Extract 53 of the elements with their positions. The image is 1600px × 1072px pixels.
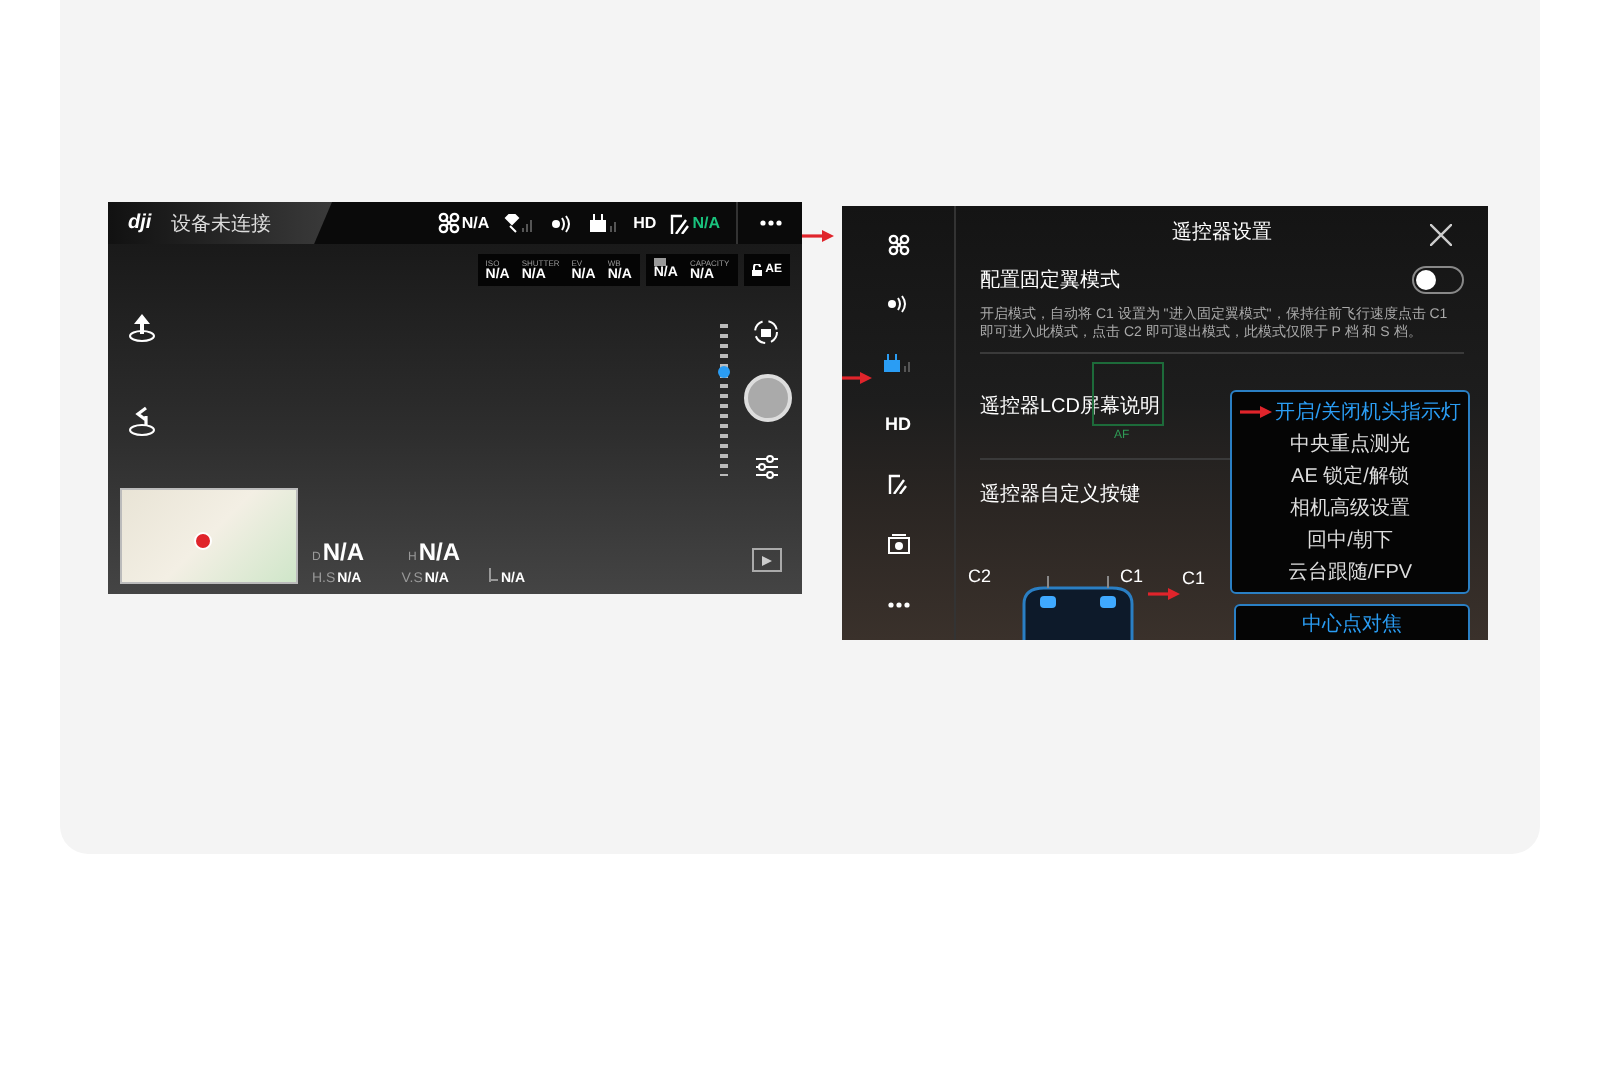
arrow-icon bbox=[842, 372, 872, 384]
menu-option-button[interactable]: 中心点对焦 bbox=[1234, 604, 1470, 640]
indicator-value: N/A bbox=[692, 214, 720, 232]
setting-label: 遥控器自定义按键 bbox=[980, 481, 1140, 508]
drone-icon bbox=[437, 212, 460, 234]
map-thumbnail[interactable] bbox=[120, 488, 298, 584]
more-icon bbox=[759, 220, 781, 226]
exposure-scale[interactable] bbox=[720, 324, 728, 476]
more-icon[interactable] bbox=[887, 601, 909, 607]
menu-option[interactable]: 云台跟随/FPV bbox=[1287, 558, 1413, 586]
annotation-label: C1 bbox=[1182, 568, 1206, 588]
takeoff-icon[interactable] bbox=[126, 312, 158, 344]
arrow-icon bbox=[1239, 406, 1272, 418]
menu-option[interactable]: 回中/朝下 bbox=[1307, 526, 1393, 554]
shutter-button[interactable] bbox=[744, 374, 792, 422]
sd-card-icon bbox=[653, 258, 666, 266]
remote-signal-icon bbox=[549, 213, 574, 233]
playback-button[interactable] bbox=[752, 548, 782, 572]
close-icon[interactable] bbox=[1430, 224, 1452, 246]
fixed-wing-toggle[interactable] bbox=[1412, 266, 1464, 294]
exposure-thumb[interactable] bbox=[718, 365, 730, 378]
menu-option[interactable]: 中央重点测光 bbox=[1290, 430, 1410, 458]
telemetry-value: N/A bbox=[322, 538, 365, 566]
return-home-icon[interactable] bbox=[126, 406, 158, 438]
logo: dji bbox=[128, 212, 152, 234]
vision-icon[interactable] bbox=[888, 474, 908, 494]
satellite-icon bbox=[503, 213, 536, 233]
button-label: C2 bbox=[968, 566, 992, 586]
hd-label: HD bbox=[633, 214, 657, 232]
lock-icon bbox=[751, 264, 764, 276]
panel-title: 遥控器设置 bbox=[1172, 219, 1272, 246]
camera-switch-icon[interactable] bbox=[752, 318, 780, 346]
arrow-icon bbox=[802, 230, 834, 242]
vision-icon bbox=[670, 213, 691, 233]
arrow-icon bbox=[1148, 588, 1180, 600]
button-label: C1 bbox=[1120, 566, 1144, 586]
camera-icon[interactable] bbox=[887, 534, 909, 554]
remote-signal-icon[interactable] bbox=[886, 294, 910, 314]
menu-option[interactable]: 开启/关闭机头指示灯 bbox=[1275, 398, 1461, 426]
setting-label: 配置固定翼模式 bbox=[980, 267, 1120, 294]
controller-icon[interactable] bbox=[882, 354, 914, 374]
hd-tab[interactable]: HD bbox=[885, 414, 911, 434]
settings-sliders-icon[interactable] bbox=[754, 454, 780, 480]
drone-icon[interactable] bbox=[887, 233, 909, 255]
menu-option[interactable]: AE 锁定/解锁 bbox=[1291, 462, 1409, 490]
distance-icon bbox=[488, 568, 499, 582]
telemetry-value: N/A bbox=[418, 538, 461, 566]
menu-option[interactable]: 相机高级设置 bbox=[1290, 494, 1410, 522]
play-icon bbox=[762, 555, 772, 565]
connection-status: 设备未连接 bbox=[171, 211, 272, 237]
controller-icon bbox=[587, 213, 620, 233]
indicator-value: N/A bbox=[461, 214, 490, 232]
aircraft-position-marker bbox=[194, 532, 212, 550]
